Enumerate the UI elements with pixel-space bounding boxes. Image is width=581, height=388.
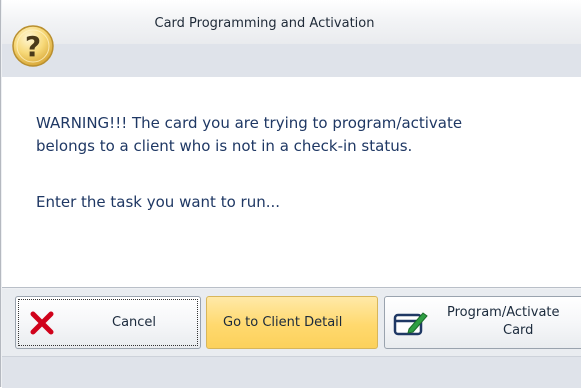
card-edit-icon (393, 309, 429, 343)
header-band (2, 44, 581, 78)
warning-line-1: WARNING!!! The card you are trying to pr… (36, 114, 463, 132)
program-activate-label-line2: Card (503, 323, 534, 338)
go-to-client-detail-label: Go to Client Detail (223, 315, 343, 330)
dialog-window: Card Programming and Activation ? WARNIN… (0, 0, 581, 388)
button-bar: Cancel Go to Client Detail Program/Activ… (2, 289, 581, 356)
help-icon[interactable]: ? (11, 24, 55, 68)
message-area: WARNING!!! The card you are trying to pr… (2, 77, 581, 288)
warning-line-2: belongs to a client who is not in a chec… (36, 137, 413, 155)
cancel-label: Cancel (112, 315, 157, 330)
go-to-client-detail-button[interactable]: Go to Client Detail (206, 296, 378, 349)
svg-text:?: ? (25, 30, 41, 63)
prompt-text: Enter the task you want to run... (36, 193, 281, 211)
title-bar[interactable]: Card Programming and Activation (2, 0, 581, 44)
program-activate-label-line1: Program/Activate (447, 305, 560, 320)
status-footer (2, 356, 581, 388)
red-x-icon (30, 311, 54, 339)
window-title: Card Programming and Activation (154, 16, 375, 31)
program-activate-card-button[interactable]: Program/Activate Card (384, 296, 581, 349)
cancel-button[interactable]: Cancel (15, 296, 201, 349)
